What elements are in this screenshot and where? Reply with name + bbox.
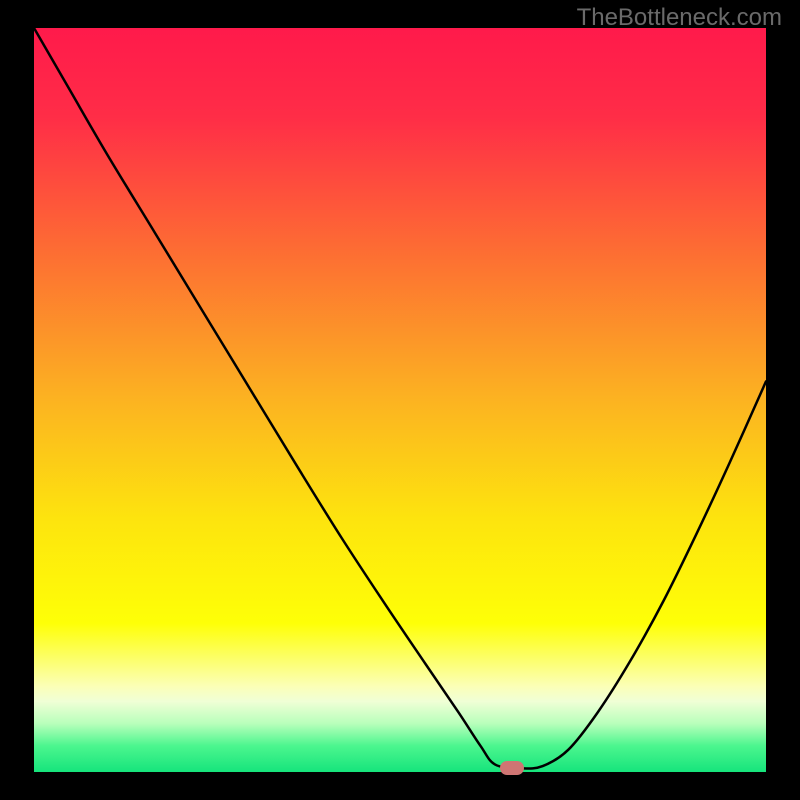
watermark-text: TheBottleneck.com — [577, 4, 782, 32]
chart-frame: TheBottleneck.com — [0, 0, 800, 800]
curve-layer — [34, 28, 766, 772]
plot-area — [34, 28, 766, 772]
bottleneck-curve — [34, 28, 766, 769]
optimal-marker — [500, 761, 524, 775]
